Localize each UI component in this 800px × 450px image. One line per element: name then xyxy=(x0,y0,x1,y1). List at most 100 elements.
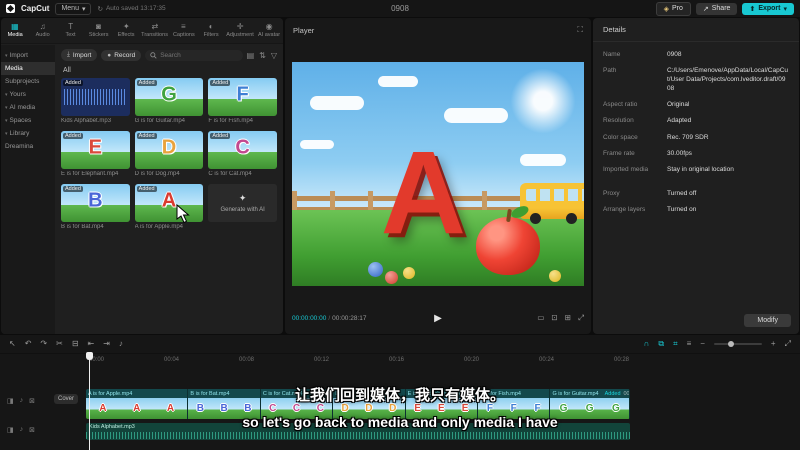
sidebar-item-subprojects[interactable]: Subprojects xyxy=(1,75,55,88)
ruler-mark: 00:16 xyxy=(389,357,405,363)
redo-icon[interactable]: ↷ xyxy=(40,340,47,348)
media-item[interactable]: Added Kids Alphabet.mp3 xyxy=(61,78,130,124)
play-button[interactable]: ▶ xyxy=(434,313,442,324)
sidebar-item-media[interactable]: Media xyxy=(1,62,55,75)
media-item[interactable]: G Added G is for Guitar.mp4 xyxy=(134,78,204,124)
added-badge: Added xyxy=(63,80,83,86)
zoom-slider-knob[interactable] xyxy=(728,341,735,347)
menu-button[interactable]: Menu ▾ xyxy=(55,2,92,15)
field-label: Frame rate xyxy=(603,149,635,157)
snap-icon[interactable]: ⌗ xyxy=(673,340,678,348)
field-value: Rec. 709 SDR xyxy=(667,133,709,141)
grid-icon[interactable]: ⊞ xyxy=(565,313,571,323)
filter-icon[interactable]: ▽ xyxy=(271,51,277,60)
magnet-icon[interactable]: ∩ xyxy=(644,340,650,348)
tab-media[interactable]: ▦ Media xyxy=(1,18,29,43)
timeline-tracks: ◨ ♪ ⊠ ◨ ♪ ⊠ Cover A is for Apple.mp4 A A A B is … xyxy=(0,367,800,450)
letter-glyph: B xyxy=(88,189,103,212)
field-label: Aspect ratio xyxy=(603,101,638,109)
school-bus-graphic xyxy=(520,182,584,224)
detail-field-path: Path C:/Users/Emenove/AppData/Local/CapCu… xyxy=(603,66,789,93)
view-mode-icon[interactable]: ▤ xyxy=(247,51,255,60)
undo-icon[interactable]: ↶ xyxy=(25,340,32,348)
media-body: ▾ Import Media Subprojects ▾ Yours ▾ AI media ▾ S… xyxy=(1,45,283,334)
export-icon: ⬆ xyxy=(749,5,756,13)
link-icon[interactable]: ⧉ xyxy=(658,340,664,348)
sidebar-item-dreamina[interactable]: Dreamina xyxy=(1,140,55,153)
letter-glyph: C xyxy=(235,136,250,159)
search-input[interactable] xyxy=(160,51,238,59)
sidebar-item-ai-media[interactable]: ▾ AI media xyxy=(1,101,55,114)
tab-transitions[interactable]: ⇄ Transitions xyxy=(140,18,169,43)
section-label: All xyxy=(63,67,71,74)
media-item[interactable]: C Added C is for Cat.mp4 xyxy=(208,131,277,177)
select-tool-icon[interactable]: ↖ xyxy=(9,340,16,348)
media-item-name: F is for Fish.mp4 xyxy=(208,118,254,124)
mute-clip-icon[interactable]: ♪ xyxy=(119,340,123,348)
ruler-mark: 00:12 xyxy=(314,357,330,363)
media-item[interactable]: F Added F is for Fish.mp4 xyxy=(208,78,277,124)
chevron-down-icon: ▾ xyxy=(5,104,8,111)
tab-label: Audio xyxy=(35,32,50,38)
media-item-name: C is for Cat.mp4 xyxy=(208,171,252,177)
field-label: Arrange layers xyxy=(603,205,646,213)
share-icon: ↗ xyxy=(702,5,709,13)
zoom-in-icon[interactable]: + xyxy=(771,340,776,348)
field-label: Proxy xyxy=(603,189,620,197)
delete-icon[interactable]: ⊟ xyxy=(72,340,79,348)
sidebar-item-import[interactable]: ▾ Import xyxy=(1,49,55,62)
tab-ai-avatar[interactable]: ◉ AI avatar xyxy=(255,18,283,43)
snapshot-icon[interactable]: ⊡ xyxy=(551,313,557,323)
tab-text[interactable]: T Text xyxy=(57,18,85,43)
share-button[interactable]: ↗ Share xyxy=(695,2,738,15)
letter-glyph: F xyxy=(236,83,249,106)
detail-field-frame-rate: Frame rate 30.00fps xyxy=(603,149,789,158)
added-badge: Added xyxy=(63,133,83,139)
cloud-graphic xyxy=(300,140,334,149)
media-item[interactable]: E Added E is for Elephant.mp4 xyxy=(61,131,130,177)
video-preview[interactable]: A xyxy=(292,62,584,286)
media-item[interactable]: A Added A is for Apple.mp4 xyxy=(134,184,204,230)
filters-icon: ◐ xyxy=(208,22,214,31)
zoom-slider[interactable] xyxy=(713,341,762,347)
media-item[interactable]: ✦ Generate with AI xyxy=(208,184,277,230)
sidebar-item-yours[interactable]: ▾ Yours xyxy=(1,88,55,101)
media-item[interactable]: B Added B is for Bat.mp4 xyxy=(61,184,130,230)
tab-audio[interactable]: ♫ Audio xyxy=(29,18,57,43)
sort-icon[interactable]: ⇅ xyxy=(259,51,266,60)
track-height-icon[interactable]: ≡ xyxy=(687,340,692,348)
time-separator: / xyxy=(328,314,331,322)
modify-button[interactable]: Modify xyxy=(744,314,791,327)
tab-stickers[interactable]: ◙ Stickers xyxy=(85,18,113,43)
ratio-icon[interactable]: ▭ xyxy=(537,313,544,323)
ball-graphic xyxy=(548,269,561,282)
split-icon[interactable]: ✂ xyxy=(56,340,63,348)
sidebar-item-label: Yours xyxy=(9,91,26,98)
search-icon xyxy=(150,51,157,59)
media-thumb: G Added xyxy=(134,78,204,116)
fit-timeline-icon[interactable]: ⤢ xyxy=(785,340,791,348)
zoom-out-icon[interactable]: − xyxy=(700,340,705,348)
sidebar-item-library[interactable]: ▾ Library xyxy=(1,127,55,140)
sidebar-item-spaces[interactable]: ▾ Spaces xyxy=(1,114,55,127)
export-button[interactable]: ⬆ Export ▾ xyxy=(742,2,794,15)
tab-filters[interactable]: ◐ Filters xyxy=(197,18,225,43)
tab-effects[interactable]: ✦ Effects xyxy=(112,18,140,43)
letter-glyph: E xyxy=(88,136,102,159)
record-button[interactable]: ● Record xyxy=(101,49,142,61)
field-value: Turned off xyxy=(667,189,697,197)
trim-right-icon[interactable]: ⇥ xyxy=(103,340,110,348)
audio-icon: ♫ xyxy=(39,22,46,31)
expand-player-icon[interactable]: ⛶ xyxy=(577,25,583,35)
timeline-ruler[interactable]: 00:00 00:04 00:08 00:12 00:16 00:20 00:24 00:28 xyxy=(86,354,800,367)
media-icon: ▦ xyxy=(11,22,19,31)
top-bar: CapCut Menu ▾ ↻ Auto saved 13:17:35 0908 ◈… xyxy=(0,0,800,17)
tab-adjustment[interactable]: ✛ Adjustment xyxy=(225,18,255,43)
trim-left-icon[interactable]: ⇤ xyxy=(88,340,95,348)
tab-captions[interactable]: ≡ Captions xyxy=(169,18,197,43)
record-icon: ● xyxy=(107,51,112,59)
pro-button[interactable]: ◈ Pro xyxy=(655,1,691,16)
fullscreen-icon[interactable]: ⤢ xyxy=(578,313,584,323)
media-item[interactable]: D Added D is for Dog.mp4 xyxy=(134,131,204,177)
import-button[interactable]: ⤓ Import xyxy=(61,49,98,61)
